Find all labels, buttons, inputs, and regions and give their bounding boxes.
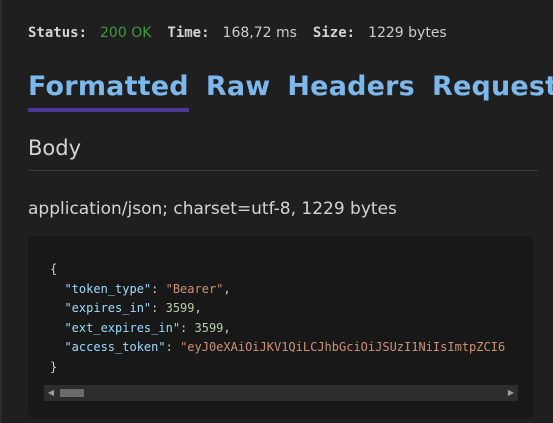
window-edge [0, 0, 2, 423]
tab-formatted[interactable]: Formatted [28, 66, 189, 112]
size-value: 1229 bytes [368, 25, 447, 41]
scrollbar-thumb[interactable] [60, 389, 84, 397]
tab-headers[interactable]: Headers [287, 66, 415, 108]
triangle-left-icon[interactable]: ◀ [44, 385, 58, 401]
json-key: "access_token" [64, 340, 166, 354]
json-code-block[interactable]: { "token_type": "Bearer", "expires_in": … [28, 236, 533, 418]
body-section-title: Body [28, 136, 82, 160]
horizontal-scrollbar[interactable]: ◀ ▶ [44, 385, 518, 401]
response-status-bar: Status: 200 OK Time: 168,72 ms Size: 122… [28, 23, 447, 43]
triangle-right-icon[interactable]: ▶ [504, 385, 518, 401]
json-key: "token_type" [64, 281, 152, 296]
json-key: "expires_in" [64, 301, 152, 315]
json-code: { "token_type": "Bearer", "expires_in": … [50, 262, 506, 374]
status-value: 200 OK [100, 25, 152, 41]
status-label: Status: [28, 25, 88, 41]
response-tabs: Formatted Raw Headers Request [28, 66, 553, 112]
time-label: Time: [167, 25, 210, 41]
json-key: "ext_expires_in" [64, 320, 181, 335]
json-open-brace: { [50, 262, 58, 276]
time-value: 168,72 ms [222, 25, 297, 41]
json-value: "Bearer" [165, 281, 224, 296]
section-divider [28, 170, 538, 171]
json-value: 3599 [194, 320, 224, 335]
tab-request[interactable]: Request [432, 66, 553, 108]
size-label: Size: [312, 25, 356, 41]
tab-raw[interactable]: Raw [206, 66, 271, 108]
json-value: 3599 [165, 301, 195, 315]
json-close-brace: } [50, 359, 58, 374]
content-type-info: application/json; charset=utf-8, 1229 by… [28, 199, 397, 219]
json-value: "eyJ0eXAiOiJKV1QiLCJhbGciOiJSUzI1NiIsImt… [180, 340, 506, 354]
